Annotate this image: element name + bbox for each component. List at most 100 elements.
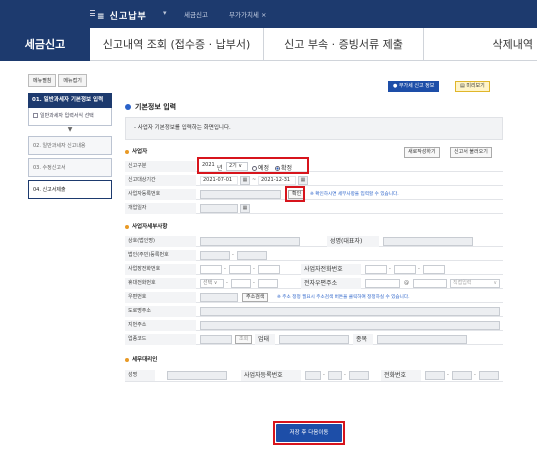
section-detail: 사업자세부사항 bbox=[125, 222, 167, 230]
agent-phone-3[interactable] bbox=[479, 371, 499, 380]
lot-address-field[interactable] bbox=[200, 321, 500, 330]
chevron-down-icon: ∨ bbox=[493, 280, 497, 286]
agent-name-field[interactable] bbox=[167, 371, 227, 380]
breadcrumb-tax-filing[interactable]: 세금신고 bbox=[184, 9, 208, 19]
dash: - bbox=[224, 266, 226, 272]
email-domain-select[interactable]: 직접입력 ∨ bbox=[450, 279, 500, 288]
agent-bizno-2[interactable] bbox=[328, 371, 342, 380]
at-sign: @ bbox=[404, 280, 409, 286]
load-filing-button[interactable]: 신고서 불러오기 bbox=[450, 147, 492, 158]
office-phone-1[interactable] bbox=[200, 265, 222, 274]
dash: - bbox=[253, 266, 255, 272]
agent-bizno-1[interactable] bbox=[305, 371, 321, 380]
main-tab-bar: 세금신고 신고내역 조회 (접수증 · 납부서) 신고 부속 · 증빙서류 제출… bbox=[0, 28, 537, 61]
chevron-down-icon[interactable]: ▾ bbox=[163, 9, 167, 17]
zip-label: 우편번호 bbox=[125, 292, 196, 303]
step-submit-return[interactable]: 04. 신고서제출 bbox=[28, 180, 112, 200]
mobile-row: 휴대전화번호 선택 ∨ - - 전자우편주소 @ 직접입력 ∨ bbox=[125, 278, 503, 289]
open-date-row: 개업일자 ▦ bbox=[125, 203, 503, 214]
open-date-field[interactable] bbox=[200, 204, 238, 213]
dash: - bbox=[389, 266, 391, 272]
step-form-select-label: 일반과세자 입력서식 선택 bbox=[40, 113, 94, 120]
agent-phone-1[interactable] bbox=[425, 371, 445, 380]
biz-code-field[interactable] bbox=[200, 335, 232, 344]
breadcrumb-vat[interactable]: 부가가치세 × bbox=[229, 9, 266, 19]
step-filing-content[interactable]: 02. 일반과세자 신고내용 bbox=[28, 136, 112, 156]
main-content: ● 부가세 신고 정보 ▤ 미리보기 기본정보 입력 - 사업자 기본정보를 입… bbox=[118, 74, 506, 454]
biz-code-lookup-button[interactable]: 조회 bbox=[235, 335, 253, 344]
corp-name-field[interactable] bbox=[200, 237, 300, 246]
mobile-2[interactable] bbox=[231, 279, 251, 288]
end-date-field[interactable]: 2021-12-31 bbox=[258, 176, 296, 185]
corp-no-field-1[interactable] bbox=[200, 251, 230, 260]
agent-phone-2[interactable] bbox=[452, 371, 472, 380]
home-phone-1[interactable] bbox=[365, 265, 387, 274]
rep-name-label: 성명(대표자) bbox=[327, 236, 379, 247]
highlight-filing-type bbox=[197, 157, 309, 174]
mobile-prefix-select[interactable]: 선택 ∨ bbox=[200, 279, 224, 288]
agent-bizno-label: 사업자등록번호 bbox=[241, 370, 301, 381]
start-date-field[interactable]: 2021-07-01 bbox=[200, 176, 238, 185]
bullet-icon bbox=[125, 104, 131, 110]
dash: - bbox=[344, 372, 346, 378]
menu-icon[interactable] bbox=[90, 10, 95, 16]
tab-deleted-history[interactable]: 삭제내역 bbox=[424, 28, 537, 61]
info-notice: - 사업자 기본정보를 입력하는 화면입니다. bbox=[125, 117, 503, 140]
dash: - bbox=[418, 266, 420, 272]
biz-code-label: 업종코드 bbox=[125, 334, 196, 345]
corp-no-row: 법인(주민)등록번호 - bbox=[125, 250, 503, 261]
tab-evidence-submit[interactable]: 신고 부속 · 증빙서류 제출 bbox=[264, 28, 424, 61]
mobile-3[interactable] bbox=[258, 279, 278, 288]
bizno-label: 사업자등록번호 bbox=[125, 189, 196, 200]
tab-tax-filing[interactable]: 세금신고 bbox=[0, 28, 90, 61]
step-amended-return[interactable]: 03. 수정신고서 bbox=[28, 158, 112, 178]
step-basic-info[interactable]: 01. 일반과세자 기본정보 입력 bbox=[28, 93, 112, 109]
zip-row: 우편번호 주소검색 ※ 주소 정정 필요시 주소검색 버튼을 클릭하여 정정하실… bbox=[125, 292, 503, 303]
category-field[interactable] bbox=[279, 335, 349, 344]
calendar-icon[interactable]: ▦ bbox=[240, 176, 250, 185]
office-phone-3[interactable] bbox=[258, 265, 280, 274]
section-bullet-icon bbox=[125, 357, 129, 362]
preview-button[interactable]: ▤ 미리보기 bbox=[455, 81, 490, 92]
top-bar: ≡ 신고납부 ▾ 세금신고 부가가치세 × bbox=[0, 0, 537, 28]
category-label: 업태 bbox=[255, 334, 275, 345]
section-agent: 세무대리인 bbox=[125, 355, 157, 363]
email-domain-field[interactable] bbox=[413, 279, 447, 288]
dash: - bbox=[323, 372, 325, 378]
collapse-menu-button[interactable]: 메뉴접기 bbox=[58, 74, 87, 87]
bizno-field[interactable] bbox=[200, 190, 281, 199]
dash: - bbox=[474, 372, 476, 378]
office-phone-2[interactable] bbox=[229, 265, 251, 274]
address-search-button[interactable]: 주소검색 bbox=[242, 293, 269, 302]
home-phone-3[interactable] bbox=[423, 265, 445, 274]
notice-text: 사업자 기본정보를 입력하는 화면입니다. bbox=[137, 125, 231, 131]
zip-field[interactable] bbox=[200, 293, 238, 302]
calendar-icon[interactable]: ▦ bbox=[240, 204, 250, 213]
page-title: 기본정보 입력 bbox=[125, 102, 176, 112]
expand-menu-button[interactable]: 메뉴펼침 bbox=[28, 74, 57, 87]
home-phone-2[interactable] bbox=[394, 265, 416, 274]
email-id-field[interactable] bbox=[365, 279, 400, 288]
vat-guide-button[interactable]: ● 부가세 신고 정보 bbox=[388, 81, 440, 92]
lot-address-row: 지번주소 bbox=[125, 320, 503, 331]
item-field[interactable] bbox=[377, 335, 467, 344]
calendar-icon[interactable]: ▦ bbox=[298, 176, 308, 185]
road-address-label: 도로명주소 bbox=[125, 306, 196, 317]
address-note: ※ 주소 정정 필요시 주소검색 버튼을 클릭하여 정정하실 수 있습니다. bbox=[277, 295, 410, 300]
arrow-down-icon: ▼ bbox=[67, 126, 73, 134]
email-domain-value: 직접입력 bbox=[453, 280, 472, 286]
step-form-select[interactable]: 일반과세자 입력서식 선택 bbox=[28, 108, 112, 127]
section-detail-text: 사업자세부사항 bbox=[132, 224, 168, 230]
rep-name-field[interactable] bbox=[383, 237, 473, 246]
agent-bizno-3[interactable] bbox=[349, 371, 369, 380]
agent-row: 성명 사업자등록번호 - - 전화번호 - - bbox=[125, 370, 503, 382]
dash: - bbox=[253, 280, 255, 286]
preview-label: 미리보기 bbox=[466, 83, 485, 89]
corp-no-field-2[interactable] bbox=[237, 251, 267, 260]
tab-filing-history[interactable]: 신고내역 조회 (접수증 · 납부서) bbox=[90, 28, 264, 61]
filing-period-label: 신고대상기간 bbox=[125, 175, 196, 186]
name-row: 상호(법인명) 성명(대표자) bbox=[125, 236, 503, 247]
corp-name-label: 상호(법인명) bbox=[125, 236, 196, 247]
new-filing-button[interactable]: 새로작성하기 bbox=[404, 147, 440, 158]
road-address-field[interactable] bbox=[200, 307, 500, 316]
